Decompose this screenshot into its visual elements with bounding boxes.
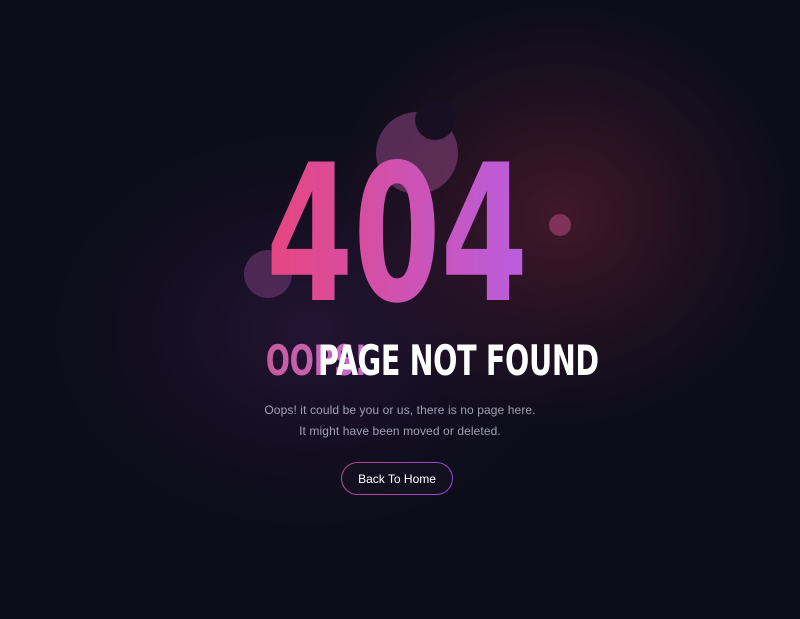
description-line-1: Oops! it could be you or us, there is no… [264, 403, 536, 417]
decorative-bubble-notch [415, 100, 455, 140]
description-line-2: It might have been moved or deleted. [299, 424, 501, 438]
back-to-home-label: Back To Home [358, 471, 436, 486]
error-code-container: 404 [0, 148, 800, 308]
back-to-home-button[interactable]: Back To Home [341, 462, 453, 495]
title-main: PAGE NOT FOUND [318, 336, 599, 385]
error-code: 404 [266, 148, 528, 308]
error-page: 404 OOPS! PAGE NOT FOUND Oops! it could … [0, 0, 800, 619]
page-title: OOPS! PAGE NOT FOUND [0, 338, 800, 384]
error-code-graphic: 404 [266, 148, 528, 308]
